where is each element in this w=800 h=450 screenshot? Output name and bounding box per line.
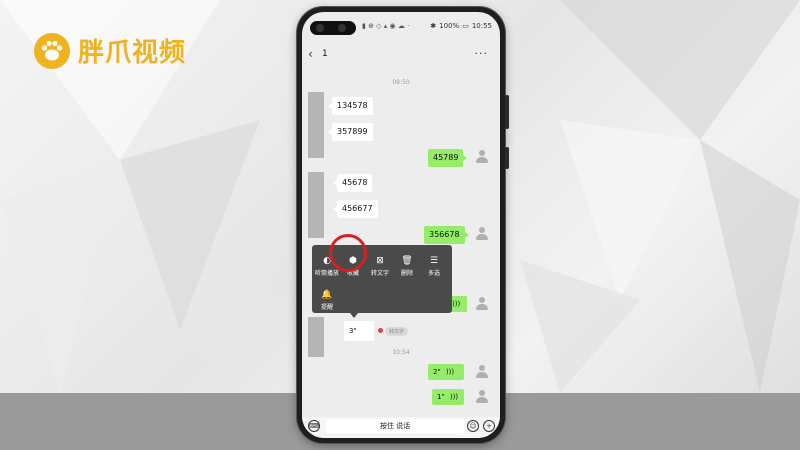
voice-duration: 3" bbox=[349, 327, 357, 335]
transcribe-tag[interactable]: 转文字 bbox=[385, 327, 409, 336]
volume-button bbox=[505, 95, 509, 129]
menu-item-delete[interactable]: 🗑 删除 bbox=[394, 255, 420, 277]
back-icon[interactable]: ‹ bbox=[308, 47, 313, 61]
message-in[interactable]: 45678 bbox=[332, 174, 373, 192]
menu-pointer bbox=[350, 313, 358, 318]
timestamp: 09:50 bbox=[392, 79, 410, 86]
menu-item-multiselect[interactable]: ☰ 多选 bbox=[421, 255, 447, 277]
status-icons: ▮ ⊕ ◇ ▴ ◉ ☁ · bbox=[362, 22, 410, 30]
voice-duration: 1" bbox=[437, 393, 445, 401]
menu-item-remind[interactable]: 🔔 提醒 bbox=[314, 289, 340, 311]
bluetooth-icon: ✱ bbox=[430, 22, 437, 30]
voice-wave-icon: ))) bbox=[449, 393, 459, 401]
clock: 10:55 bbox=[471, 22, 492, 30]
battery-icon: ▭ bbox=[462, 22, 469, 30]
message-in[interactable]: 456677 bbox=[333, 200, 378, 218]
menu-item-to-text[interactable]: ⊠ 转文字 bbox=[367, 255, 393, 277]
message-out[interactable]: 356678 bbox=[424, 226, 469, 244]
contact-avatar[interactable] bbox=[308, 92, 324, 158]
bell-icon: 🔔 bbox=[321, 290, 333, 300]
brand-logo: 胖爪视频 bbox=[34, 32, 186, 69]
plus-icon[interactable]: + bbox=[483, 420, 495, 432]
phone-screen: ▮ ⊕ ◇ ▴ ◉ ☁ · ✱ 100% ▭ 10:55 ‹ 1 ··· 09:… bbox=[302, 12, 500, 438]
unread-dot bbox=[378, 328, 383, 333]
battery-level: 100% bbox=[439, 22, 460, 30]
contact-avatar[interactable] bbox=[308, 172, 324, 238]
voice-message-out[interactable]: 2" ))) bbox=[428, 364, 464, 380]
camera-cutout bbox=[310, 21, 356, 35]
self-avatar[interactable] bbox=[475, 390, 489, 404]
more-icon[interactable]: ··· bbox=[475, 47, 489, 60]
hold-to-talk-button[interactable]: 按住 说话 bbox=[326, 419, 464, 434]
text-convert-icon: ⊠ bbox=[376, 256, 384, 266]
message-out[interactable]: 45789 bbox=[428, 149, 468, 167]
input-bar: ⌨ 按住 说话 ☺ + bbox=[302, 417, 500, 438]
self-avatar[interactable] bbox=[475, 365, 489, 379]
voice-message-out[interactable]: 1" ))) bbox=[432, 389, 464, 405]
self-avatar[interactable] bbox=[475, 150, 489, 164]
chat-title: 1 bbox=[322, 49, 328, 59]
emoji-icon[interactable]: ☺ bbox=[467, 420, 479, 432]
paw-icon bbox=[34, 32, 70, 69]
power-button bbox=[505, 147, 509, 169]
voice-duration: 2" bbox=[433, 368, 441, 376]
self-avatar[interactable] bbox=[475, 227, 489, 241]
message-in[interactable]: 357899 bbox=[328, 123, 373, 141]
brand-name: 胖爪视频 bbox=[78, 38, 187, 68]
voice-message-in[interactable]: 3" bbox=[344, 321, 374, 341]
status-bar: ✱ 100% ▭ 10:55 bbox=[430, 22, 492, 30]
highlight-circle bbox=[329, 234, 367, 272]
list-icon: ☰ bbox=[429, 256, 439, 266]
keyboard-icon[interactable]: ⌨ bbox=[308, 420, 320, 432]
chat-header: ‹ 1 ··· bbox=[302, 47, 500, 65]
timestamp: 10:54 bbox=[392, 349, 410, 356]
voice-wave-icon: ))) bbox=[445, 368, 455, 376]
self-avatar[interactable] bbox=[475, 297, 489, 311]
phone-frame: ▮ ⊕ ◇ ▴ ◉ ☁ · ✱ 100% ▭ 10:55 ‹ 1 ··· 09:… bbox=[297, 7, 509, 443]
message-in[interactable]: 134578 bbox=[328, 97, 373, 115]
voice-wave-icon: ))) bbox=[452, 300, 461, 308]
trash-icon: 🗑 bbox=[401, 256, 413, 266]
